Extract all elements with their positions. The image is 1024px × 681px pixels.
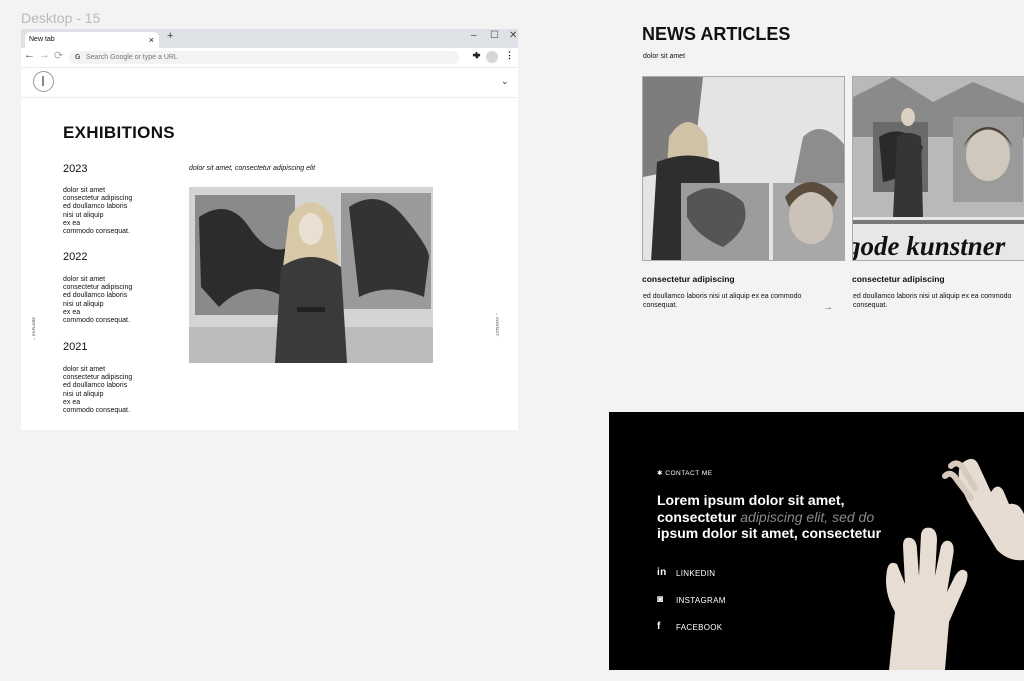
contact-label: ✱ CONTACT ME — [657, 470, 713, 477]
social-label: INSTAGRAM — [676, 596, 726, 605]
year-heading: 2022 — [63, 251, 88, 263]
hands-image — [886, 458, 1024, 670]
facebook-icon: f — [657, 621, 661, 632]
instagram-icon: ◙ — [657, 594, 664, 605]
back-icon[interactable]: ← — [24, 49, 35, 61]
headline-line-1: Lorem ipsum dolor sit amet, — [657, 492, 845, 508]
address-bar[interactable]: G Search Google or type a URL — [69, 51, 459, 64]
news-card-title[interactable]: consectetur adipiscing — [642, 274, 735, 284]
browser-menu-icon[interactable]: ⋮ — [505, 50, 514, 61]
reload-icon[interactable]: ⟳ — [54, 49, 63, 62]
close-tab-icon[interactable]: × — [149, 32, 154, 48]
window-close-icon[interactable]: ✕ — [509, 30, 517, 41]
extensions-icon[interactable] — [472, 51, 481, 62]
news-card-title[interactable]: consectetur adipiscing — [852, 274, 945, 284]
chevron-down-icon[interactable]: ⌄ — [501, 76, 509, 87]
contact-section: ✱ CONTACT ME Lorem ipsum dolor sit amet,… — [609, 412, 1024, 670]
year-description: dolor sit amet consectetur adipiscing ed… — [63, 187, 133, 236]
year-heading: 2023 — [63, 163, 88, 175]
forward-icon[interactable]: → — [39, 49, 50, 61]
exhibition-photo — [189, 187, 433, 363]
tab-bar: New tab × + – ☐ ✕ — [21, 29, 518, 48]
year-description: dolor sit amet consectetur adipiscing ed… — [63, 276, 133, 325]
headline-line-2: consectetur — [657, 508, 741, 525]
news-card-text: ed doullamco laboris nisi ut aliquip ex … — [853, 293, 1012, 309]
social-label: FACEBOOK — [676, 623, 723, 632]
tab-title: New tab — [29, 36, 55, 43]
site-header: ⌄ — [21, 67, 518, 98]
news-card-image[interactable] — [642, 76, 845, 261]
browser-toolbar: ← → ⟳ G Search Google or type a URL ⋮ — [21, 48, 518, 68]
page-title: EXHIBITIONS — [63, 123, 175, 142]
news-card-text: ed doullamco laboris nisi ut aliquip ex … — [643, 293, 802, 309]
year-description: dolor sit amet consectetur adipiscing ed… — [63, 366, 133, 415]
address-placeholder: Search Google or type a URL — [86, 54, 178, 61]
maximize-icon[interactable]: ☐ — [490, 30, 499, 41]
news-subtitle: dolor sit amet — [643, 53, 686, 60]
news-title: NEWS ARTICLES — [642, 24, 791, 44]
news-card-image[interactable]: gode kunstner — [852, 76, 1024, 261]
contact-headline: Lorem ipsum dolor sit amet, consectetur … — [657, 492, 917, 542]
contact-link[interactable]: → CONTACT — [495, 312, 500, 336]
news-card-image-text: gode kunstner — [853, 231, 1006, 261]
next-arrow-icon[interactable]: → — [823, 302, 833, 313]
linkedin-icon: in — [657, 567, 667, 578]
browser-tab[interactable]: New tab × — [25, 32, 159, 48]
headline-line-3: ipsum dolor sit amet, consectetur — [657, 525, 882, 541]
profile-avatar[interactable] — [486, 51, 498, 63]
new-tab-button[interactable]: + — [167, 30, 173, 42]
social-label: LINKEDIN — [676, 569, 716, 578]
site-logo[interactable] — [33, 71, 54, 92]
explore-link[interactable]: ← EXPLORE — [31, 317, 36, 341]
headline-line-2-muted: adipiscing elit, sed do — [740, 508, 875, 525]
photo-caption: dolor sit amet, consectetur adipiscing e… — [189, 165, 316, 172]
google-icon: G — [75, 54, 81, 61]
frame-label: Desktop - 15 — [21, 10, 101, 26]
year-heading: 2021 — [63, 341, 88, 353]
browser-window: New tab × + – ☐ ✕ ← → ⟳ G Search Google … — [21, 29, 518, 430]
minimize-icon[interactable]: – — [471, 30, 477, 41]
